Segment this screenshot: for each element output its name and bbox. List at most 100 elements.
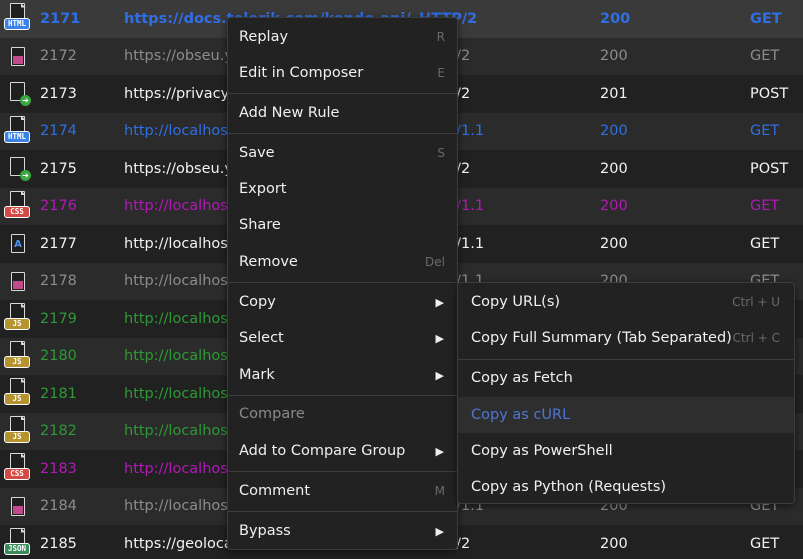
image-file-icon (4, 491, 30, 523)
session-url: https://geoloca (124, 535, 233, 552)
menu-separator (228, 511, 457, 512)
submenu-item-copy-as-powershell[interactable]: Copy as PowerShell (458, 433, 794, 469)
submenu-item-copy-as-curl[interactable]: Copy as cURL (458, 397, 794, 433)
session-url: https://obseu.y (124, 160, 233, 177)
menu-item-label: Copy as Fetch (471, 370, 573, 386)
session-method: GET (750, 10, 782, 27)
menu-item-edit-in-composer[interactable]: Edit in Composer E (228, 55, 457, 91)
session-method: GET (750, 535, 780, 552)
menu-item-label: Replay (239, 29, 289, 45)
menu-item-remove[interactable]: Remove Del (228, 244, 457, 280)
menu-item-label: Select (239, 330, 284, 346)
file-type-badge: JS (4, 318, 30, 330)
session-id: 2172 (40, 48, 77, 65)
session-id: 2173 (40, 85, 77, 102)
arrow-right-icon: ➔ (20, 95, 31, 106)
submenu-arrow-icon: ▶ (435, 295, 444, 309)
submenu-item-copy-as-fetch[interactable]: Copy as Fetch (458, 360, 794, 396)
session-status: 200 (600, 10, 631, 27)
submenu-item-copy-urls[interactable]: Copy URL(s) Ctrl + U (458, 284, 794, 320)
menu-item-export[interactable]: Export (228, 171, 457, 207)
menu-item-replay[interactable]: Replay R (228, 19, 457, 55)
shortcut-hint: R (436, 30, 445, 44)
session-status: 200 (600, 235, 628, 252)
session-url: http://localhost (124, 460, 234, 477)
session-id: 2182 (40, 423, 77, 440)
menu-item-label: Edit in Composer (239, 65, 364, 81)
session-method: POST (750, 160, 789, 177)
menu-item-select[interactable]: Select ▶ (228, 320, 457, 356)
session-url: http://localhost (124, 310, 234, 327)
session-method: GET (750, 198, 780, 215)
menu-item-add-new-rule[interactable]: Add New Rule (228, 95, 457, 131)
html-file-icon: HTML (4, 115, 30, 148)
session-id: 2181 (40, 385, 77, 402)
session-id: 2174 (40, 123, 77, 140)
menu-item-add-to-compare-group[interactable]: Add to Compare Group ▶ (228, 433, 457, 469)
menu-item-label: Compare (239, 406, 305, 422)
shortcut-hint: M (434, 484, 445, 498)
submenu-arrow-icon: ▶ (435, 524, 444, 538)
shortcut-hint: Del (425, 255, 445, 269)
menu-item-label: Copy (239, 294, 276, 310)
file-type-badge: JS (4, 430, 30, 443)
context-menu: Replay R Edit in Composer E Add New Rule S… (227, 17, 458, 550)
session-status: 201 (600, 85, 628, 102)
session-url: http://localhost (124, 498, 234, 515)
menu-item-comment[interactable]: Comment M (228, 473, 457, 509)
submenu-arrow-icon: ▶ (435, 331, 444, 345)
session-status: 200 (600, 198, 628, 215)
submenu-item-copy-full-summary[interactable]: Copy Full Summary (Tab Separated) Ctrl + … (458, 320, 794, 356)
menu-item-label: Export (239, 181, 287, 197)
menu-item-label: Copy URL(s) (471, 294, 561, 310)
session-method: POST (750, 85, 789, 102)
session-id: 2180 (40, 348, 77, 365)
session-status: 200 (600, 123, 628, 140)
js-file-icon: JS (4, 340, 30, 373)
file-type-badge: CSS (4, 468, 30, 480)
submenu-item-copy-as-python[interactable]: Copy as Python (Requests) (458, 469, 794, 505)
session-url: https://privacyp (124, 85, 239, 102)
session-id: 2183 (40, 460, 77, 477)
session-url: https://obseu.y (124, 48, 233, 65)
html-file-icon: HTML (4, 3, 30, 35)
session-method: GET (750, 48, 780, 65)
font-file-icon: A (4, 228, 30, 260)
session-method: GET (750, 123, 780, 140)
request-sent-icon: ➔ (4, 78, 31, 110)
menu-item-label: Copy as PowerShell (471, 443, 613, 459)
css-file-icon: CSS (4, 453, 30, 485)
json-file-icon: JSON (4, 528, 30, 559)
menu-separator (228, 282, 457, 283)
menu-item-bypass[interactable]: Bypass ▶ (228, 513, 457, 549)
image-file-icon (4, 266, 30, 298)
file-type-badge: JSON (4, 543, 30, 555)
session-id: 2185 (40, 535, 77, 552)
file-type-badge: CSS (4, 205, 30, 218)
file-type-badge: JS (4, 393, 30, 405)
session-url: http://localhost (124, 385, 234, 402)
session-id: 2178 (40, 273, 77, 290)
menu-item-mark[interactable]: Mark ▶ (228, 357, 457, 393)
menu-item-label: Bypass (239, 523, 291, 539)
session-url: http://localhost (124, 235, 234, 252)
session-url: http://localhost (124, 198, 234, 215)
file-type-badge: JS (4, 355, 30, 368)
file-type-badge: HTML (4, 130, 30, 143)
menu-item-share[interactable]: Share (228, 207, 457, 243)
menu-item-compare: Compare (228, 396, 457, 432)
session-url: http://localhost (124, 123, 234, 140)
menu-separator (228, 133, 457, 134)
menu-item-save[interactable]: Save S (228, 135, 457, 171)
session-id: 2177 (40, 235, 77, 252)
arrow-right-icon: ➔ (20, 170, 31, 181)
menu-separator (228, 93, 457, 94)
menu-item-copy[interactable]: Copy ▶ (228, 284, 457, 320)
shortcut-hint: Ctrl + C (732, 331, 780, 345)
file-type-badge: HTML (4, 18, 30, 30)
css-file-icon: CSS (4, 190, 30, 223)
menu-item-label: Add New Rule (239, 105, 340, 121)
session-id: 2176 (40, 198, 77, 215)
menu-item-label: Copy Full Summary (Tab Separated) (471, 330, 732, 346)
session-status: 200 (600, 160, 628, 177)
